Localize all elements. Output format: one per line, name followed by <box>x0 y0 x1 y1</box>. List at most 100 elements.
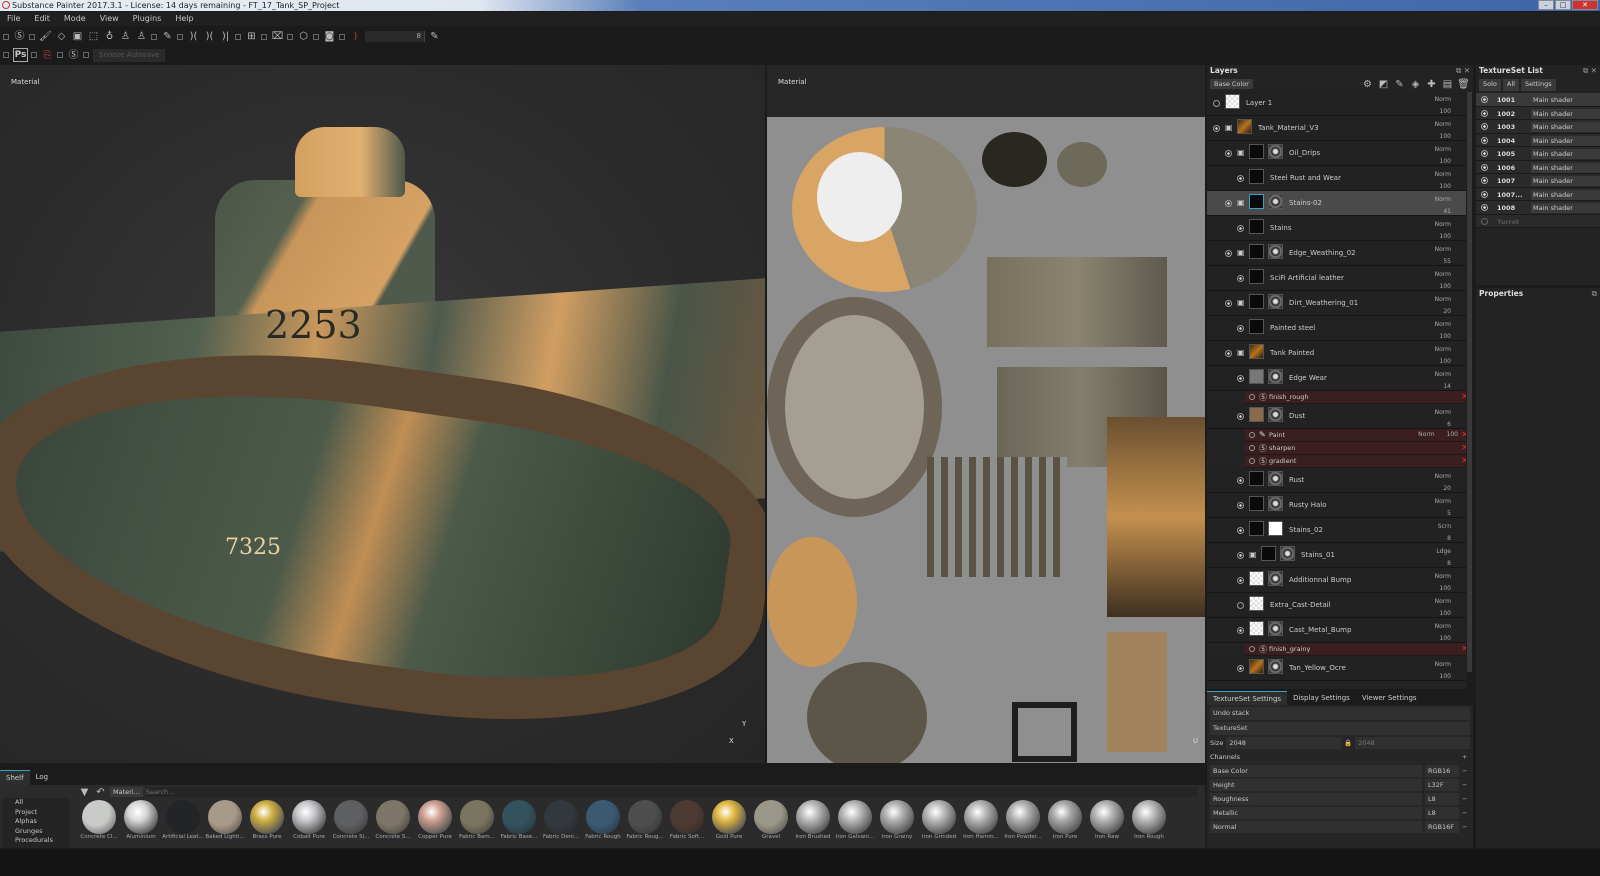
symmetry-mirror-icon[interactable]: )| <box>219 30 232 43</box>
pencil-edit-icon[interactable]: ✎ <box>428 30 441 43</box>
textureset-radio[interactable] <box>1481 123 1488 130</box>
blend-mode[interactable]: Norm <box>1435 219 1451 231</box>
add-channel-icon[interactable]: + <box>1462 751 1470 763</box>
material-item[interactable]: Iron Raw <box>1086 800 1128 840</box>
symmetry-radial-icon[interactable]: )( <box>203 30 216 43</box>
detach-icon[interactable] <box>3 33 9 40</box>
layer-row[interactable]: Dust Norm 6 <box>1207 404 1473 429</box>
shader-dropdown[interactable]: Main shader <box>1531 108 1600 119</box>
size-dropdown[interactable]: 2048 <box>1226 737 1342 749</box>
shader-dropdown[interactable]: Main shader <box>1531 203 1600 213</box>
folder-icon[interactable]: ▣ <box>1249 550 1257 559</box>
visibility-toggle[interactable] <box>1225 350 1232 357</box>
add-folder-icon[interactable]: ▤ <box>1441 78 1454 91</box>
channel-format-dropdown[interactable]: L32F <box>1425 779 1459 791</box>
detach-icon[interactable] <box>287 33 293 40</box>
material-item[interactable]: Concrete S... <box>372 800 414 840</box>
layer-row[interactable]: ▣ Oil_Drips Norm 100 <box>1207 141 1473 166</box>
detach-icon[interactable] <box>31 52 37 58</box>
detach-icon[interactable] <box>151 33 157 40</box>
blend-mode[interactable]: Norm <box>1435 344 1451 356</box>
blend-mode[interactable]: Norm <box>1435 194 1451 206</box>
visibility-toggle[interactable] <box>1249 646 1255 652</box>
blend-mode[interactable]: Norm <box>1435 596 1451 608</box>
channel-dropdown[interactable]: Base Color <box>1210 79 1253 89</box>
material-item[interactable]: Artificial Leat... <box>162 800 204 840</box>
layer-effect-row[interactable]: Ⓢgradient ✕ <box>1245 455 1473 468</box>
layer-effect-row[interactable]: Ⓢsharpen ✕ <box>1245 442 1473 455</box>
camera-icon[interactable]: ⌧ <box>271 30 284 43</box>
textureset-row[interactable]: 1004 Main shader <box>1476 133 1600 147</box>
substance-share-icon[interactable]: Ⓢ <box>67 49 80 62</box>
category-all[interactable]: All <box>15 798 70 808</box>
layer-row[interactable]: ▣ Tank_Material_V3 Norm 100 <box>1207 116 1473 141</box>
blend-mode[interactable]: Norm <box>1435 571 1451 583</box>
visibility-toggle[interactable] <box>1237 175 1244 182</box>
blend-mode[interactable]: Norm <box>1435 369 1451 381</box>
visibility-toggle[interactable] <box>1225 150 1232 157</box>
layer-row[interactable]: SciFi Artificial leather Norm 100 <box>1207 266 1473 291</box>
material-picker-icon[interactable]: ♙ <box>135 30 148 43</box>
channel-format-dropdown[interactable]: L8 <box>1425 793 1459 805</box>
viewport-3d[interactable]: Material 2253 7325 Y X <box>0 65 765 763</box>
layer-effect-row[interactable]: ✎ Paint Norm 100 ✕ <box>1245 429 1473 442</box>
category-procedurals[interactable]: Procedurals <box>15 836 70 846</box>
layer-row[interactable]: Tan_Yellow_Ocre Norm 100 <box>1207 656 1473 681</box>
textureset-row[interactable]: 1007... Main shader <box>1476 187 1600 201</box>
folder-icon[interactable]: ▣ <box>1237 298 1245 307</box>
visibility-toggle[interactable] <box>1237 375 1244 382</box>
material-item[interactable]: Cobalt Pure <box>288 800 330 840</box>
layer-row[interactable]: Extra_Cast-Detail Norm 100 <box>1207 593 1473 618</box>
layer-effect-row[interactable]: Ⓢfinish_grainy ✕ <box>1245 643 1473 656</box>
export-icon[interactable]: ⎘ <box>41 49 54 62</box>
folder-icon[interactable]: ▣ <box>1237 148 1245 157</box>
maximize-button[interactable]: □ <box>1555 0 1571 10</box>
remove-channel-icon[interactable]: − <box>1462 821 1470 833</box>
color-picker-icon[interactable]: ✎ <box>161 30 174 43</box>
shader-dropdown[interactable]: Main shader <box>1531 122 1600 132</box>
textureset-radio[interactable] <box>1481 136 1488 144</box>
filter-chip-materials[interactable]: Materi... <box>110 787 143 797</box>
detach-icon[interactable] <box>29 33 35 40</box>
cube-view-icon[interactable]: ⬡ <box>297 30 310 43</box>
layer-opacity[interactable]: 100 <box>1435 671 1451 683</box>
folder-icon[interactable]: ▣ <box>1225 123 1233 132</box>
layer-effect-row[interactable]: Ⓢfinish_rough ✕ <box>1245 391 1473 404</box>
shader-dropdown[interactable]: Main shader <box>1531 95 1600 105</box>
visibility-toggle[interactable] <box>1237 502 1244 509</box>
shader-dropdown[interactable]: Main shader <box>1531 162 1600 173</box>
shader-dropdown[interactable]: Main shader <box>1531 176 1600 186</box>
all-button[interactable]: All <box>1502 79 1519 91</box>
channel-format-dropdown[interactable]: RGB16F <box>1425 821 1459 833</box>
menu-plugins[interactable]: Plugins <box>133 12 162 26</box>
blend-mode[interactable]: Norm <box>1435 269 1451 281</box>
detach-icon[interactable] <box>57 52 63 58</box>
menu-edit[interactable]: Edit <box>34 12 50 26</box>
detach-icon[interactable] <box>83 52 89 58</box>
tab-shelf[interactable]: Shelf <box>0 770 30 785</box>
layer-row[interactable]: ▣ Dirt_Weathering_01 Norm 20 <box>1207 291 1473 316</box>
undo-stack-section[interactable]: Undo stack <box>1210 707 1470 720</box>
layer-row[interactable]: Steel Rust and Wear Norm 100 <box>1207 166 1473 191</box>
layer-row[interactable]: Edge Wear Norm 14 <box>1207 366 1473 391</box>
textureset-row[interactable]: 1001 Main shader <box>1476 93 1600 107</box>
projection-icon[interactable]: ▣ <box>71 30 84 43</box>
visibility-toggle[interactable] <box>1237 552 1244 559</box>
blend-mode[interactable]: Norm <box>1435 169 1451 181</box>
symmetry-icon[interactable]: )( <box>187 30 200 43</box>
layer-row[interactable]: ▣ Stains-02 Norm 41 <box>1207 191 1473 216</box>
layer-row[interactable]: ▣ Stains_01 Ldge 8 <box>1207 543 1473 568</box>
lock-icon[interactable]: 🔒 <box>1344 737 1352 749</box>
panel-detach-icon[interactable]: ⧉ <box>1592 288 1597 300</box>
add-effect-icon[interactable]: ⚙ <box>1361 78 1374 91</box>
detach-icon[interactable] <box>177 33 183 40</box>
layer-row[interactable]: ▣ Edge_Weathing_02 Norm 55 <box>1207 241 1473 266</box>
menu-help[interactable]: Help <box>175 12 193 26</box>
channel-format-dropdown[interactable]: L8 <box>1425 807 1459 819</box>
material-item[interactable]: Gravel <box>750 800 792 840</box>
visibility-toggle[interactable] <box>1237 665 1244 672</box>
visibility-toggle[interactable] <box>1237 477 1244 484</box>
material-item[interactable]: Gold Pure <box>708 800 750 840</box>
tab-textureset-settings[interactable]: TextureSet Settings <box>1207 691 1288 705</box>
material-item[interactable]: Copper Pure <box>414 800 456 840</box>
